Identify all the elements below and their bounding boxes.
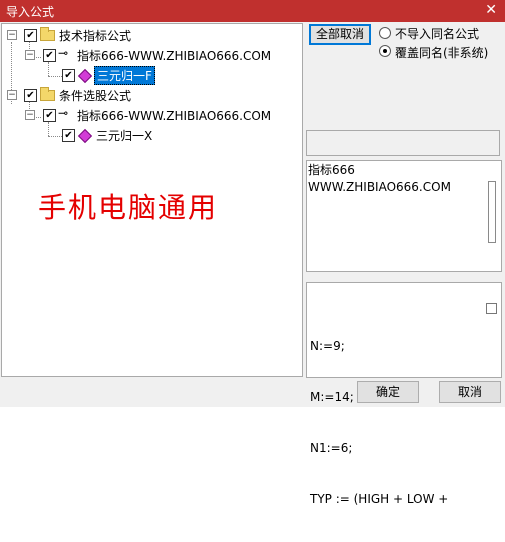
- tree-node-zhibiao666-screen[interactable]: − ✔ ⊸ 指标666-WWW.ZHIBIAO666.COM: [2, 106, 302, 124]
- radio-skip-label: 不导入同名公式: [395, 27, 480, 41]
- tree-node-label: 指标666-WWW.ZHIBIAO666.COM: [77, 49, 272, 63]
- tree-node-label: 技术指标公式: [59, 29, 132, 43]
- tree-checkbox[interactable]: ✔: [24, 29, 37, 42]
- scrollbar[interactable]: [486, 303, 497, 314]
- tree-checkbox[interactable]: ✔: [62, 129, 75, 142]
- tree-node-formula-f[interactable]: ✔ 三元归一F: [2, 66, 302, 85]
- tree-node-zhibiao666-tech[interactable]: − ✔ ⊸ 指标666-WWW.ZHIBIAO666.COM: [2, 46, 302, 64]
- formula-tree[interactable]: − ✔ 技术指标公式 − ✔ ⊸ 指标666-WWW.ZHIBIAO666.CO…: [1, 23, 303, 377]
- code-line: N:=9;: [310, 339, 345, 353]
- tree-node-label: 三元归一X: [96, 129, 153, 143]
- tree-node-label: 条件选股公式: [59, 89, 132, 103]
- tree-node-formula-x[interactable]: ✔ 三元归一X: [2, 126, 302, 144]
- folder-icon: [40, 87, 55, 101]
- cancel-button[interactable]: 取消: [439, 381, 501, 403]
- close-icon[interactable]: ✕: [485, 2, 497, 18]
- tree-checkbox[interactable]: ✔: [43, 109, 56, 122]
- tree-node-stock-screening[interactable]: − ✔ 条件选股公式: [2, 86, 302, 104]
- collapse-icon[interactable]: −: [7, 30, 17, 40]
- tree-node-tech-indicators[interactable]: − ✔ 技术指标公式: [2, 26, 302, 44]
- description-line: WWW.ZHIBIAO666.COM: [308, 180, 451, 194]
- scrollbar[interactable]: [488, 181, 496, 243]
- code-text: N:=9; M:=14; N1:=6; TYP := (HIGH + LOW +: [310, 304, 448, 542]
- collapse-icon[interactable]: −: [25, 50, 35, 60]
- key-icon: ⊸: [58, 106, 69, 120]
- description-text: 指标666 WWW.ZHIBIAO666.COM: [308, 162, 451, 196]
- radio-skip-duplicates[interactable]: [379, 27, 391, 39]
- collapse-icon[interactable]: −: [25, 110, 35, 120]
- import-formula-dialog: 导入公式 ✕ − ✔ 技术指标公式 − ✔ ⊸ 指标666-WWW.ZHIBIA…: [0, 0, 505, 506]
- tree-node-label: 三元归一F: [94, 66, 155, 85]
- ok-button[interactable]: 确定: [357, 381, 419, 403]
- watermark-text: 手机电脑通用: [38, 191, 219, 224]
- deselect-all-button[interactable]: 全部取消: [309, 24, 371, 45]
- tree-checkbox[interactable]: ✔: [62, 69, 75, 82]
- tree-checkbox[interactable]: ✔: [43, 49, 56, 62]
- description-line: 指标666: [308, 163, 355, 177]
- radio-overwrite-duplicates[interactable]: [379, 45, 391, 57]
- radio-overwrite-label: 覆盖同名(非系统): [395, 46, 489, 60]
- title-bar: 导入公式 ✕: [0, 0, 505, 22]
- collapse-icon[interactable]: −: [7, 90, 17, 100]
- tree-node-label: 指标666-WWW.ZHIBIAO666.COM: [77, 109, 272, 123]
- folder-icon: [40, 27, 55, 41]
- tree-checkbox[interactable]: ✔: [24, 89, 37, 102]
- info-panel: [306, 130, 500, 156]
- window-title: 导入公式: [6, 5, 55, 19]
- code-line: N1:=6;: [310, 441, 353, 455]
- formula-icon: [77, 68, 93, 84]
- formula-icon: [77, 128, 93, 144]
- key-icon: ⊸: [58, 46, 69, 60]
- code-line: TYP := (HIGH + LOW +: [310, 492, 449, 506]
